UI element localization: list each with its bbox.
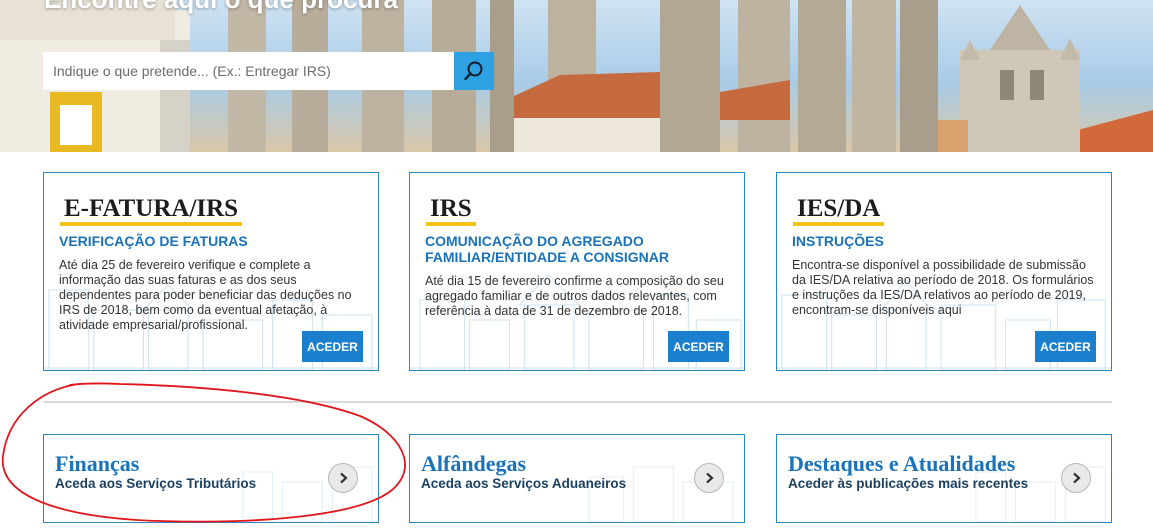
card-title: E-FATURA/IRS xyxy=(60,195,243,226)
chevron-right-icon xyxy=(340,472,348,484)
card-subtitle[interactable]: COMUNICAÇÃO DO AGREGADO FAMILIAR/ENTIDAD… xyxy=(425,233,732,265)
chevron-right-button[interactable] xyxy=(694,463,724,493)
link-subtitle: Aceda aos Serviços Tributários xyxy=(55,476,257,491)
chevron-right-icon xyxy=(1073,472,1081,484)
link-subtitle: Aceda aos Serviços Aduaneiros xyxy=(421,476,627,491)
chevron-right-icon xyxy=(706,472,714,484)
chevron-right-button[interactable] xyxy=(328,463,358,493)
chevron-right-button[interactable] xyxy=(1061,463,1091,493)
card-description: Encontra-se disponível a possibilidade d… xyxy=(792,258,1094,317)
link-subtitle: Aceder às publicações mais recentes xyxy=(788,476,1029,491)
link-title: Finanças xyxy=(55,451,140,476)
search-button[interactable] xyxy=(454,52,494,90)
aceder-button[interactable]: ACEDER xyxy=(668,331,729,362)
page: Encontre aqui o que procura E-FATURA/IRS… xyxy=(0,0,1153,530)
link-card-alfandegas[interactable]: Alfândegas Aceda aos Serviços Aduaneiros xyxy=(409,434,745,523)
card-title: IES/DA xyxy=(793,195,885,226)
card-subtitle[interactable]: VERIFICAÇÃO DE FATURAS xyxy=(59,233,366,249)
link-card-destaques[interactable]: Destaques e Atualidades Aceder às public… xyxy=(776,434,1112,523)
hero-title: Encontre aqui o que procura xyxy=(44,0,398,15)
hero-banner: Encontre aqui o que procura xyxy=(0,0,1153,152)
card-subtitle[interactable]: INSTRUÇÕES xyxy=(792,233,1099,249)
card-ies-da: IES/DA INSTRUÇÕES Encontra-se disponível… xyxy=(776,172,1112,371)
search-input[interactable] xyxy=(43,52,454,90)
aceder-button[interactable]: ACEDER xyxy=(1035,331,1096,362)
card-title: IRS xyxy=(426,195,476,226)
link-title: Destaques e Atualidades xyxy=(788,451,1016,476)
card-irs: IRS COMUNICAÇÃO DO AGREGADO FAMILIAR/ENT… xyxy=(409,172,745,371)
aceder-button[interactable]: ACEDER xyxy=(302,331,363,362)
link-title: Alfândegas xyxy=(421,451,527,476)
section-divider xyxy=(44,401,1112,403)
search-icon xyxy=(464,61,483,81)
card-description: Até dia 15 de fevereiro confirme a compo… xyxy=(425,274,724,318)
card-efatura-irs: E-FATURA/IRS VERIFICAÇÃO DE FATURAS Até … xyxy=(43,172,379,371)
link-card-financas[interactable]: Finanças Aceda aos Serviços Tributários xyxy=(43,434,379,523)
card-description: Até dia 25 de fevereiro verifique e comp… xyxy=(59,258,352,332)
